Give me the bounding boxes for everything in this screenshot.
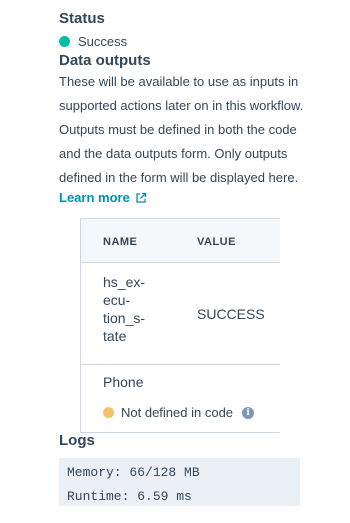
table-row: Phone Not defined in code i xyxy=(81,365,280,432)
log-line-memory: Memory: 66/128 MB xyxy=(67,465,200,480)
description-line: supported actions later on in this workf… xyxy=(59,98,304,113)
external-link-icon xyxy=(136,192,146,203)
column-header-value[interactable]: VALUE xyxy=(197,236,236,248)
status-indicator: Success xyxy=(59,34,127,49)
data-outputs-description: These will be available to use as inputs… xyxy=(59,70,319,190)
info-icon[interactable]: i xyxy=(242,406,255,419)
output-value-cell: SUCCESS xyxy=(197,306,265,322)
log-line-runtime: Runtime: 6.59 ms xyxy=(67,489,192,504)
output-name-cell: Phone xyxy=(103,374,144,390)
output-status-text: Not defined in code xyxy=(121,405,234,420)
success-status-dot-icon xyxy=(59,36,70,47)
description-line: defined in the form will be displayed he… xyxy=(59,170,299,185)
output-name-cell: hs_ex- ecu- tion_s- tate xyxy=(103,273,163,345)
table-header: NAME VALUE xyxy=(81,219,280,263)
output-name-line: tion_s- xyxy=(103,310,146,326)
data-outputs-heading: Data outputs xyxy=(59,52,151,69)
description-line: These will be available to use as inputs… xyxy=(59,74,299,89)
warning-status-dot-icon xyxy=(103,407,114,418)
logs-output: Memory: 66/128 MB Runtime: 6.59 ms xyxy=(59,458,300,506)
status-heading: Status xyxy=(59,10,105,27)
output-name-line: hs_ex- xyxy=(103,274,146,290)
output-name-line: tate xyxy=(103,328,127,344)
output-status: Not defined in code i xyxy=(103,405,255,420)
description-line: and the data outputs form. Only outputs xyxy=(59,146,288,161)
data-outputs-table: NAME VALUE hs_ex- ecu- tion_s- tate SUCC… xyxy=(80,218,280,433)
column-header-name[interactable]: NAME xyxy=(103,236,137,248)
learn-more-link[interactable]: Learn more xyxy=(59,190,147,205)
learn-more-label: Learn more xyxy=(59,190,130,205)
logs-heading: Logs xyxy=(59,432,95,449)
output-name-line: ecu- xyxy=(103,292,131,308)
table-row: hs_ex- ecu- tion_s- tate SUCCESS xyxy=(81,263,280,365)
description-line: Outputs must be defined in both the code xyxy=(59,122,297,137)
status-value: Success xyxy=(78,34,128,49)
